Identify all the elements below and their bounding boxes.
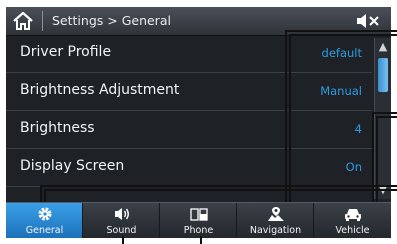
setting-value: Manual: [320, 84, 362, 98]
callout-line: [285, 30, 397, 32]
mute-icon[interactable]: [355, 13, 381, 29]
phone-icon: [190, 208, 208, 221]
tab-label: General: [25, 225, 64, 236]
header-divider: [42, 11, 43, 31]
navigation-icon: [268, 207, 284, 221]
tab-label: Sound: [106, 225, 137, 236]
speaker-icon: [115, 208, 129, 220]
setting-label: Brightness Adjustment: [20, 82, 180, 98]
callout-line: [285, 30, 287, 202]
callout-line: [44, 189, 397, 191]
setting-value: default: [321, 46, 362, 60]
setting-label: Display Screen: [20, 158, 125, 174]
bottom-nav: General Sound Phone Navigation Vehicle: [6, 202, 391, 238]
tab-vehicle[interactable]: Vehicle: [314, 203, 391, 238]
setting-row-display-screen[interactable]: Display Screen On: [6, 149, 372, 187]
callout-line: [40, 185, 42, 202]
infotainment-screen: Settings > General Driver Profile defaul…: [6, 7, 391, 238]
tab-label: Navigation: [249, 225, 302, 236]
tab-label: Phone: [183, 225, 214, 236]
setting-value: On: [345, 160, 362, 174]
callout-line: [40, 185, 397, 187]
scroll-thumb[interactable]: [378, 58, 388, 92]
car-icon: [345, 209, 361, 221]
setting-row-driver-profile[interactable]: Driver Profile default: [6, 35, 372, 73]
gear-icon: [38, 207, 52, 221]
tab-label: Vehicle: [335, 225, 370, 236]
home-icon[interactable]: [12, 10, 34, 32]
callout-line: [376, 116, 397, 118]
tab-general[interactable]: General: [6, 203, 83, 238]
breadcrumb: Settings > General: [52, 13, 171, 28]
callout-line: [289, 34, 397, 36]
scroll-up-icon[interactable]: ▲: [375, 38, 391, 56]
setting-value: 4: [354, 122, 362, 136]
tab-navigation[interactable]: Navigation: [237, 203, 314, 238]
setting-row-brightness-adjustment[interactable]: Brightness Adjustment Manual: [6, 73, 372, 111]
tab-sound[interactable]: Sound: [83, 203, 160, 238]
setting-label: Driver Profile: [20, 44, 112, 60]
callout-line: [289, 34, 291, 202]
setting-label: Brightness: [20, 120, 95, 136]
callout-line: [200, 236, 202, 244]
callout-line: [122, 236, 124, 244]
callout-line: [372, 112, 397, 114]
tab-phone[interactable]: Phone: [160, 203, 237, 238]
settings-list: Driver Profile default Brightness Adjust…: [6, 35, 372, 202]
setting-row-brightness[interactable]: Brightness 4: [6, 111, 372, 149]
